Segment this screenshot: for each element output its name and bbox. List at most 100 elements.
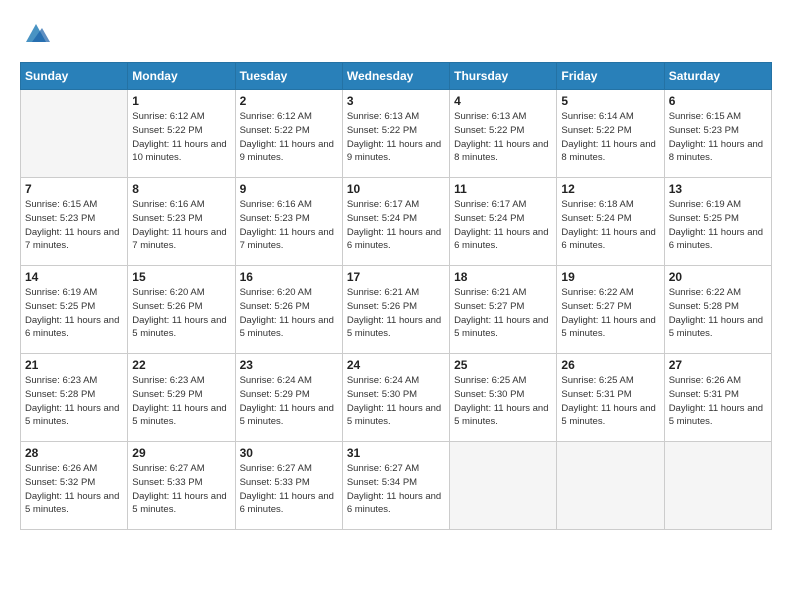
day-cell: 25 Sunrise: 6:25 AMSunset: 5:30 PMDaylig… xyxy=(450,354,557,442)
day-cell: 30 Sunrise: 6:27 AMSunset: 5:33 PMDaylig… xyxy=(235,442,342,530)
day-cell: 27 Sunrise: 6:26 AMSunset: 5:31 PMDaylig… xyxy=(664,354,771,442)
day-info: Sunrise: 6:24 AMSunset: 5:30 PMDaylight:… xyxy=(347,375,441,427)
day-number: 14 xyxy=(25,270,123,284)
day-number: 27 xyxy=(669,358,767,372)
weekday-friday: Friday xyxy=(557,63,664,90)
day-number: 29 xyxy=(132,446,230,460)
day-cell: 11 Sunrise: 6:17 AMSunset: 5:24 PMDaylig… xyxy=(450,178,557,266)
day-info: Sunrise: 6:27 AMSunset: 5:33 PMDaylight:… xyxy=(132,463,226,515)
week-row-4: 21 Sunrise: 6:23 AMSunset: 5:28 PMDaylig… xyxy=(21,354,772,442)
day-cell: 8 Sunrise: 6:16 AMSunset: 5:23 PMDayligh… xyxy=(128,178,235,266)
day-info: Sunrise: 6:25 AMSunset: 5:31 PMDaylight:… xyxy=(561,375,655,427)
week-row-1: 1 Sunrise: 6:12 AMSunset: 5:22 PMDayligh… xyxy=(21,90,772,178)
week-row-3: 14 Sunrise: 6:19 AMSunset: 5:25 PMDaylig… xyxy=(21,266,772,354)
day-cell: 20 Sunrise: 6:22 AMSunset: 5:28 PMDaylig… xyxy=(664,266,771,354)
day-cell: 6 Sunrise: 6:15 AMSunset: 5:23 PMDayligh… xyxy=(664,90,771,178)
day-cell: 26 Sunrise: 6:25 AMSunset: 5:31 PMDaylig… xyxy=(557,354,664,442)
day-info: Sunrise: 6:21 AMSunset: 5:27 PMDaylight:… xyxy=(454,287,548,339)
day-info: Sunrise: 6:18 AMSunset: 5:24 PMDaylight:… xyxy=(561,199,655,251)
day-number: 3 xyxy=(347,94,445,108)
day-info: Sunrise: 6:13 AMSunset: 5:22 PMDaylight:… xyxy=(347,111,441,163)
page: SundayMondayTuesdayWednesdayThursdayFrid… xyxy=(0,0,792,612)
day-info: Sunrise: 6:23 AMSunset: 5:29 PMDaylight:… xyxy=(132,375,226,427)
day-cell: 22 Sunrise: 6:23 AMSunset: 5:29 PMDaylig… xyxy=(128,354,235,442)
day-info: Sunrise: 6:16 AMSunset: 5:23 PMDaylight:… xyxy=(240,199,334,251)
day-cell: 24 Sunrise: 6:24 AMSunset: 5:30 PMDaylig… xyxy=(342,354,449,442)
logo-icon xyxy=(22,18,50,46)
weekday-wednesday: Wednesday xyxy=(342,63,449,90)
weekday-sunday: Sunday xyxy=(21,63,128,90)
day-cell: 23 Sunrise: 6:24 AMSunset: 5:29 PMDaylig… xyxy=(235,354,342,442)
day-cell xyxy=(21,90,128,178)
day-number: 8 xyxy=(132,182,230,196)
day-number: 2 xyxy=(240,94,338,108)
week-row-5: 28 Sunrise: 6:26 AMSunset: 5:32 PMDaylig… xyxy=(21,442,772,530)
day-cell: 17 Sunrise: 6:21 AMSunset: 5:26 PMDaylig… xyxy=(342,266,449,354)
day-number: 25 xyxy=(454,358,552,372)
day-info: Sunrise: 6:14 AMSunset: 5:22 PMDaylight:… xyxy=(561,111,655,163)
day-cell: 21 Sunrise: 6:23 AMSunset: 5:28 PMDaylig… xyxy=(21,354,128,442)
calendar-table: SundayMondayTuesdayWednesdayThursdayFrid… xyxy=(20,62,772,530)
day-cell: 18 Sunrise: 6:21 AMSunset: 5:27 PMDaylig… xyxy=(450,266,557,354)
day-info: Sunrise: 6:17 AMSunset: 5:24 PMDaylight:… xyxy=(454,199,548,251)
day-info: Sunrise: 6:26 AMSunset: 5:31 PMDaylight:… xyxy=(669,375,763,427)
day-cell: 16 Sunrise: 6:20 AMSunset: 5:26 PMDaylig… xyxy=(235,266,342,354)
day-info: Sunrise: 6:24 AMSunset: 5:29 PMDaylight:… xyxy=(240,375,334,427)
weekday-saturday: Saturday xyxy=(664,63,771,90)
day-cell: 13 Sunrise: 6:19 AMSunset: 5:25 PMDaylig… xyxy=(664,178,771,266)
day-cell: 28 Sunrise: 6:26 AMSunset: 5:32 PMDaylig… xyxy=(21,442,128,530)
day-cell xyxy=(664,442,771,530)
day-number: 21 xyxy=(25,358,123,372)
day-info: Sunrise: 6:23 AMSunset: 5:28 PMDaylight:… xyxy=(25,375,119,427)
day-cell: 1 Sunrise: 6:12 AMSunset: 5:22 PMDayligh… xyxy=(128,90,235,178)
day-info: Sunrise: 6:22 AMSunset: 5:28 PMDaylight:… xyxy=(669,287,763,339)
day-number: 15 xyxy=(132,270,230,284)
day-number: 7 xyxy=(25,182,123,196)
day-info: Sunrise: 6:25 AMSunset: 5:30 PMDaylight:… xyxy=(454,375,548,427)
day-info: Sunrise: 6:27 AMSunset: 5:33 PMDaylight:… xyxy=(240,463,334,515)
day-number: 22 xyxy=(132,358,230,372)
weekday-monday: Monday xyxy=(128,63,235,90)
day-number: 13 xyxy=(669,182,767,196)
day-number: 18 xyxy=(454,270,552,284)
day-cell: 5 Sunrise: 6:14 AMSunset: 5:22 PMDayligh… xyxy=(557,90,664,178)
day-info: Sunrise: 6:15 AMSunset: 5:23 PMDaylight:… xyxy=(669,111,763,163)
day-number: 17 xyxy=(347,270,445,284)
day-number: 1 xyxy=(132,94,230,108)
logo xyxy=(20,18,50,48)
day-number: 4 xyxy=(454,94,552,108)
week-row-2: 7 Sunrise: 6:15 AMSunset: 5:23 PMDayligh… xyxy=(21,178,772,266)
day-number: 24 xyxy=(347,358,445,372)
day-cell: 3 Sunrise: 6:13 AMSunset: 5:22 PMDayligh… xyxy=(342,90,449,178)
day-cell: 7 Sunrise: 6:15 AMSunset: 5:23 PMDayligh… xyxy=(21,178,128,266)
day-cell xyxy=(450,442,557,530)
day-info: Sunrise: 6:19 AMSunset: 5:25 PMDaylight:… xyxy=(25,287,119,339)
day-number: 10 xyxy=(347,182,445,196)
day-info: Sunrise: 6:17 AMSunset: 5:24 PMDaylight:… xyxy=(347,199,441,251)
day-info: Sunrise: 6:12 AMSunset: 5:22 PMDaylight:… xyxy=(240,111,334,163)
day-info: Sunrise: 6:12 AMSunset: 5:22 PMDaylight:… xyxy=(132,111,226,163)
day-cell: 14 Sunrise: 6:19 AMSunset: 5:25 PMDaylig… xyxy=(21,266,128,354)
weekday-tuesday: Tuesday xyxy=(235,63,342,90)
day-cell: 31 Sunrise: 6:27 AMSunset: 5:34 PMDaylig… xyxy=(342,442,449,530)
day-cell: 15 Sunrise: 6:20 AMSunset: 5:26 PMDaylig… xyxy=(128,266,235,354)
day-number: 12 xyxy=(561,182,659,196)
day-info: Sunrise: 6:21 AMSunset: 5:26 PMDaylight:… xyxy=(347,287,441,339)
day-info: Sunrise: 6:16 AMSunset: 5:23 PMDaylight:… xyxy=(132,199,226,251)
day-number: 16 xyxy=(240,270,338,284)
day-number: 6 xyxy=(669,94,767,108)
day-number: 31 xyxy=(347,446,445,460)
day-number: 28 xyxy=(25,446,123,460)
day-cell: 10 Sunrise: 6:17 AMSunset: 5:24 PMDaylig… xyxy=(342,178,449,266)
day-info: Sunrise: 6:20 AMSunset: 5:26 PMDaylight:… xyxy=(240,287,334,339)
day-number: 20 xyxy=(669,270,767,284)
day-info: Sunrise: 6:26 AMSunset: 5:32 PMDaylight:… xyxy=(25,463,119,515)
day-cell: 2 Sunrise: 6:12 AMSunset: 5:22 PMDayligh… xyxy=(235,90,342,178)
day-cell: 9 Sunrise: 6:16 AMSunset: 5:23 PMDayligh… xyxy=(235,178,342,266)
day-info: Sunrise: 6:20 AMSunset: 5:26 PMDaylight:… xyxy=(132,287,226,339)
day-number: 26 xyxy=(561,358,659,372)
day-number: 11 xyxy=(454,182,552,196)
day-cell: 29 Sunrise: 6:27 AMSunset: 5:33 PMDaylig… xyxy=(128,442,235,530)
header xyxy=(20,18,772,48)
day-number: 19 xyxy=(561,270,659,284)
